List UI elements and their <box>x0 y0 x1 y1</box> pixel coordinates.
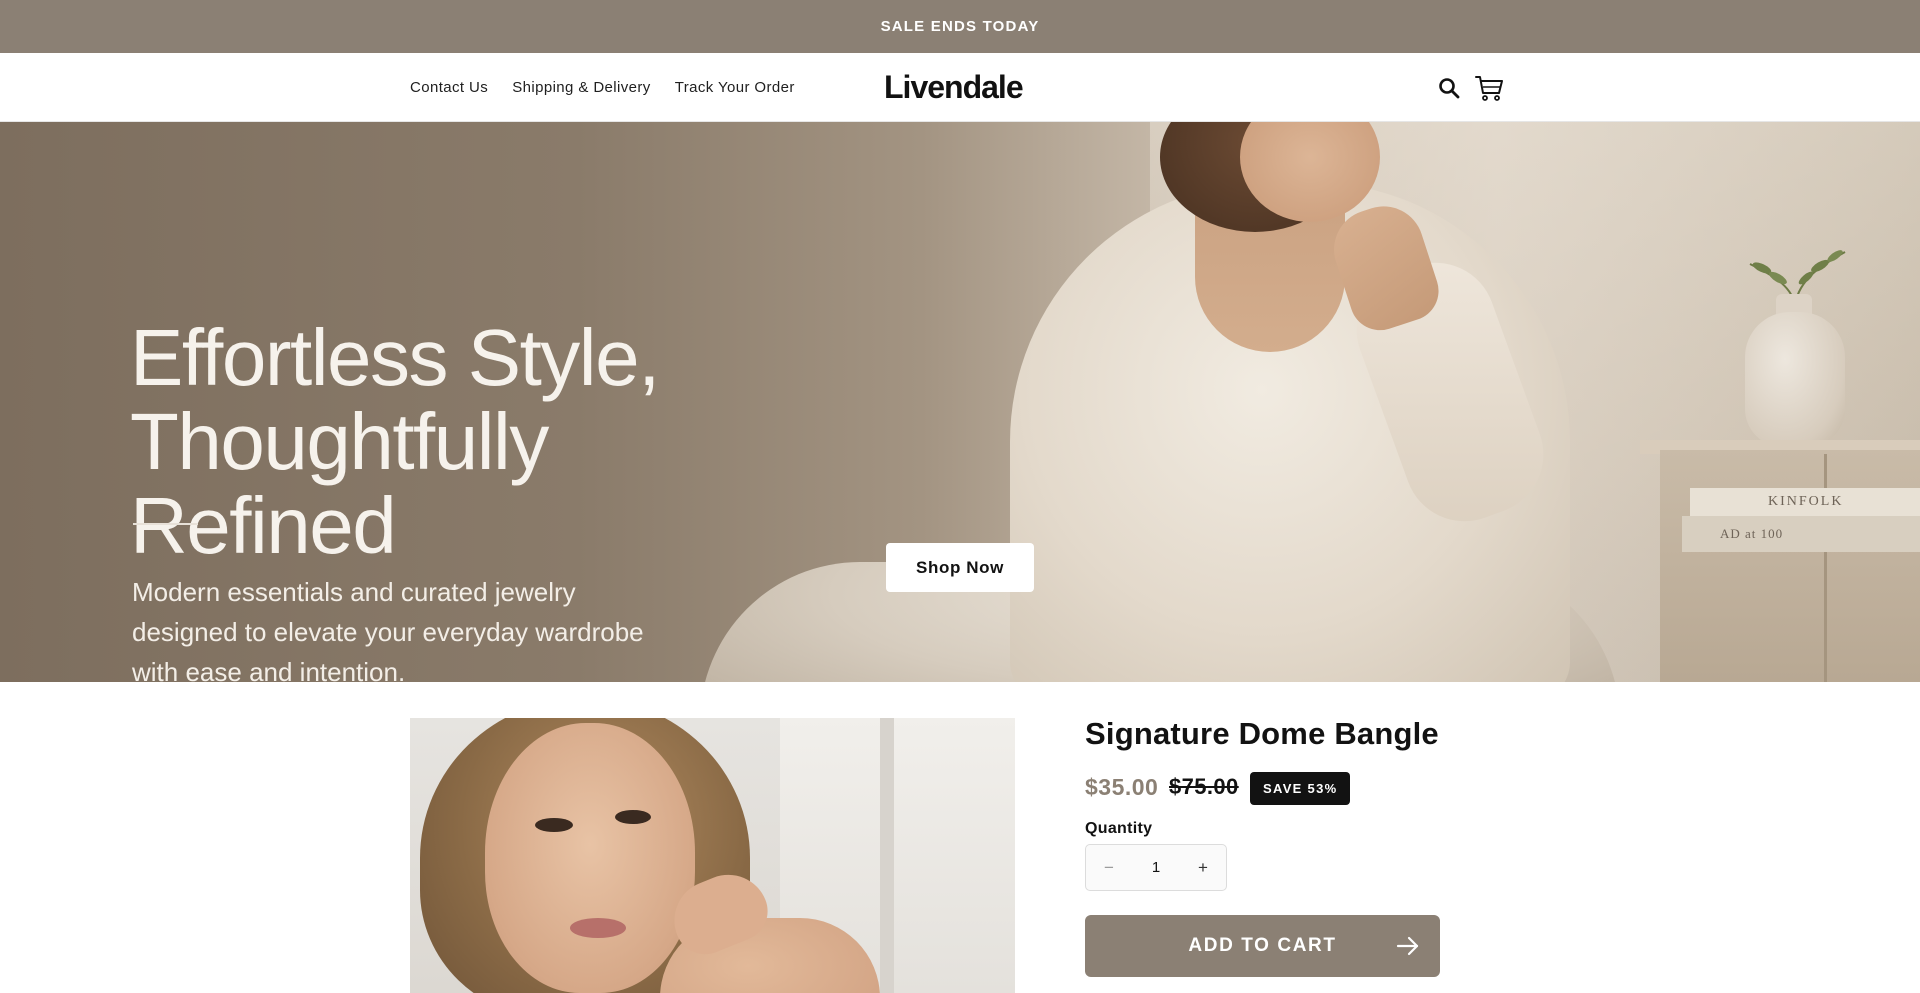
site-header: Contact Us Shipping & Delivery Track You… <box>0 53 1920 122</box>
site-logo[interactable]: Livendale <box>884 53 1024 122</box>
cart-icon <box>1475 76 1503 101</box>
nav-link-track-order[interactable]: Track Your Order <box>675 79 795 96</box>
hero-book-title-2: AD at 100 <box>1720 526 1784 541</box>
quantity-decrease-button[interactable]: − <box>1086 845 1132 890</box>
announcement-bar: SALE ENDS TODAY <box>0 0 1920 53</box>
product-compare-price: $75.00 <box>1169 774 1239 799</box>
hero-cabinet <box>1660 450 1920 682</box>
product-model-eye-left <box>535 818 573 832</box>
cart-button[interactable] <box>1472 71 1506 105</box>
hero-title: Effortless Style, Thoughtfully Refined <box>130 316 830 568</box>
add-to-cart-label: ADD TO CART <box>1188 935 1337 956</box>
announcement-text: SALE ENDS TODAY <box>880 18 1040 35</box>
hero-subtitle: Modern essentials and curated jewelry de… <box>132 572 692 682</box>
product-model-face <box>485 723 695 993</box>
shop-now-button[interactable]: Shop Now <box>886 543 1034 592</box>
hero-title-line-1: Effortless Style, <box>130 313 660 402</box>
quantity-increase-button[interactable]: + <box>1180 845 1226 890</box>
product-model-lips <box>570 918 626 938</box>
hero-divider <box>133 523 198 525</box>
quantity-label: Quantity <box>1085 820 1153 837</box>
hero-vase <box>1745 312 1845 447</box>
add-to-cart-button[interactable]: ADD TO CART <box>1085 915 1440 977</box>
hero-subtitle-line-2: designed to elevate your everyday wardro… <box>132 617 644 647</box>
search-button[interactable] <box>1432 71 1466 105</box>
hero-book-title-1: KINFOLK <box>1768 494 1844 509</box>
sale-badge: SAVE 53% <box>1250 772 1351 805</box>
arrow-right-icon <box>1396 936 1419 956</box>
hero-subtitle-line-3: with ease and intention. <box>132 657 406 682</box>
header-nav: Contact Us Shipping & Delivery Track You… <box>410 53 795 122</box>
search-icon <box>1439 78 1460 99</box>
product-sale-price: $35.00 <box>1085 774 1159 800</box>
product-image[interactable] <box>410 718 1015 993</box>
product-model-eye-right <box>615 810 651 824</box>
quantity-input[interactable]: 1 <box>1132 859 1180 876</box>
product-title: Signature Dome Bangle <box>1085 716 1439 751</box>
hero-banner: KINFOLK AD at 100 Effortless Style, Thou… <box>0 122 1920 682</box>
nav-link-contact-us[interactable]: Contact Us <box>410 79 488 96</box>
quantity-stepper: − 1 + <box>1085 844 1227 891</box>
hero-title-line-2: Thoughtfully Refined <box>130 397 549 570</box>
hero-book-bottom <box>1682 516 1920 552</box>
nav-link-shipping-delivery[interactable]: Shipping & Delivery <box>512 79 651 96</box>
product-image-window-frame <box>880 718 894 993</box>
hero-subtitle-line-1: Modern essentials and curated jewelry <box>132 577 576 607</box>
